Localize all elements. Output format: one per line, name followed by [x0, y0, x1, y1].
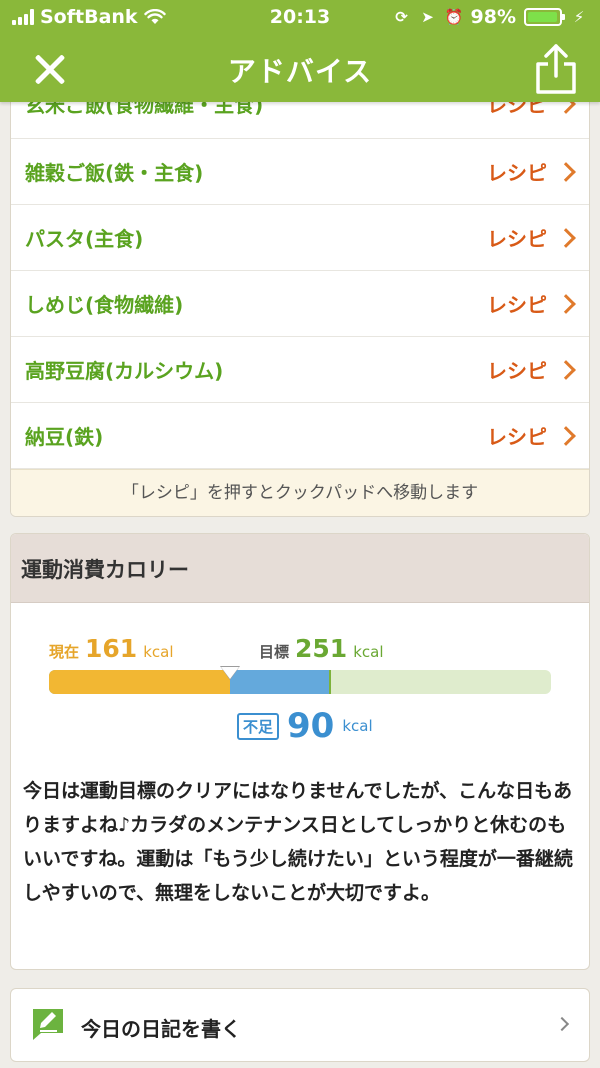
chevron-right-icon: [556, 359, 576, 380]
orientation-lock-icon: ⟳: [395, 8, 408, 26]
recipe-row[interactable]: しめじ(食物繊維) レシピ: [11, 271, 589, 337]
shortage-calories: 不足 90 kcal: [237, 706, 373, 746]
chevron-right-icon: [556, 227, 576, 248]
recipe-food: 納豆(鉄): [25, 425, 104, 449]
recipe-note: 「レシピ」を押すとクックパッドへ移動します: [11, 469, 589, 516]
target-calories: 目標 251 kcal: [259, 634, 384, 663]
progress-current-segment: [49, 670, 230, 694]
recipe-link[interactable]: レシピ: [487, 157, 576, 186]
current-value: 161: [85, 634, 138, 663]
recipe-food: 雑穀ご飯(鉄・主食): [25, 161, 204, 185]
recipe-row[interactable]: 納豆(鉄) レシピ: [11, 403, 589, 469]
chevron-right-icon: [556, 293, 576, 314]
exercise-card: 運動消費カロリー 現在 161 kcal 目標 251 kcal 不足 90 k…: [10, 533, 590, 970]
battery-percent: 98%: [470, 6, 516, 28]
nav-bar: アドバイス: [0, 34, 600, 102]
recipe-row[interactable]: 高野豆腐(カルシウム) レシピ: [11, 337, 589, 403]
write-diary-button[interactable]: 今日の日記を書く: [10, 988, 590, 1062]
diary-label: 今日の日記を書く: [81, 1017, 241, 1041]
target-marker: [329, 670, 331, 694]
recipe-food: パスタ(主食): [25, 227, 144, 251]
recipe-link[interactable]: レシピ: [487, 355, 576, 384]
alarm-icon: ⏰: [444, 8, 464, 26]
recipe-row[interactable]: パスタ(主食) レシピ: [11, 205, 589, 271]
shortage-value: 90: [287, 706, 335, 746]
recipe-food: 高野豆腐(カルシウム): [25, 359, 224, 383]
shortage-badge: 不足: [237, 712, 280, 740]
page-title: アドバイス: [227, 55, 373, 88]
exercise-heading: 運動消費カロリー: [21, 558, 189, 582]
recipe-link[interactable]: レシピ: [487, 223, 576, 252]
target-value: 251: [295, 634, 348, 663]
recipe-link[interactable]: レシピ: [487, 421, 576, 450]
exercise-header: 運動消費カロリー: [11, 534, 589, 603]
recipe-list: 玄米ご飯(食物繊維・主食) レシピ 雑穀ご飯(鉄・主食) レシピ パスタ(主食)…: [10, 70, 590, 517]
recipe-row[interactable]: 雑穀ご飯(鉄・主食) レシピ: [11, 139, 589, 205]
location-icon: ➤: [421, 8, 434, 26]
recipe-link[interactable]: レシピ: [487, 289, 576, 318]
battery-icon: [524, 8, 565, 26]
app-header: SoftBank 20:13 ⟳ ➤ ⏰ 98% ⚡ アドバイス: [0, 0, 600, 102]
charging-icon: ⚡: [573, 8, 585, 26]
exercise-message: 今日は運動目標のクリアにはなりませんでしたが、こんな日もありますよね♪カラダのメ…: [23, 780, 573, 904]
current-pointer-fill: [221, 667, 239, 679]
chevron-right-icon: [554, 1016, 570, 1032]
progress-bar: [49, 670, 551, 694]
status-bar: SoftBank 20:13 ⟳ ➤ ⏰ 98% ⚡: [0, 0, 600, 34]
pencil-note-icon: [33, 1009, 63, 1040]
current-calories: 現在 161 kcal: [49, 634, 174, 663]
chevron-right-icon: [556, 425, 576, 446]
status-right: ⟳ ➤ ⏰ 98% ⚡: [393, 6, 588, 28]
chevron-right-icon: [556, 161, 576, 182]
share-icon[interactable]: [532, 42, 580, 96]
recipe-food: しめじ(食物繊維): [25, 293, 184, 317]
